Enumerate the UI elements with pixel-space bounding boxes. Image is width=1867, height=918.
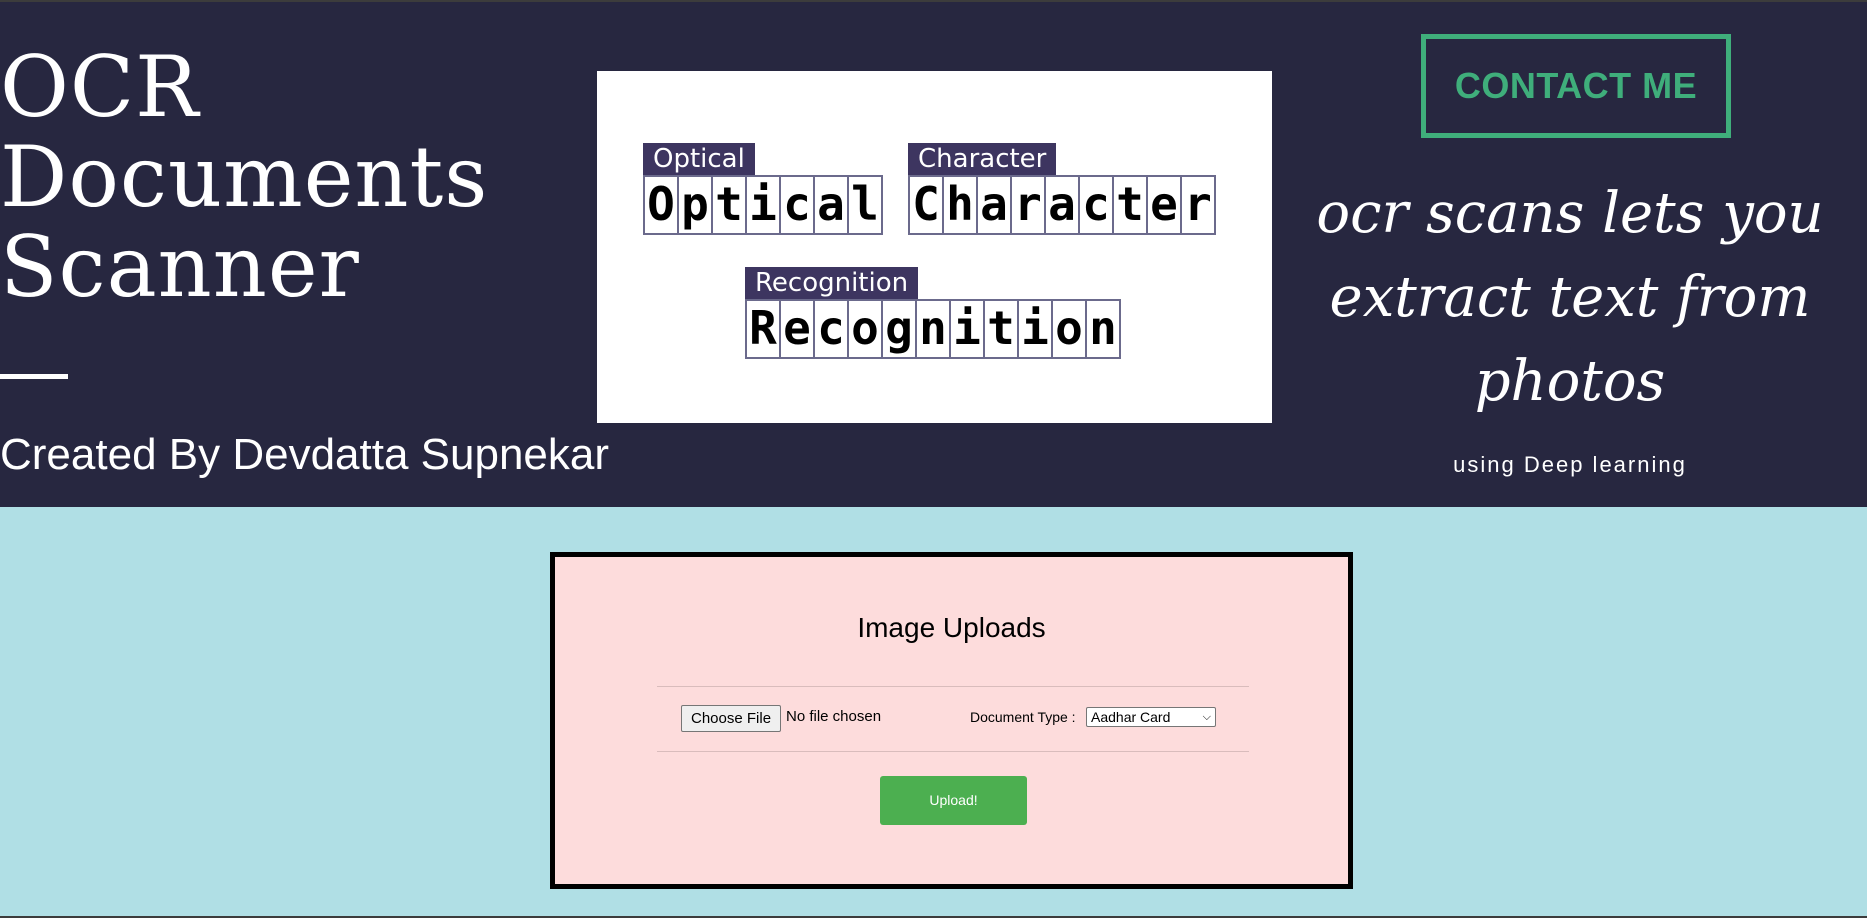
image-upload-form: Image Uploads Choose File No file chosen… bbox=[550, 552, 1353, 889]
ocr-word-recognition: Recognition R e c o g n i t i o n bbox=[745, 267, 1121, 359]
ocr-letter: g bbox=[881, 299, 917, 359]
ocr-letter: o bbox=[1051, 299, 1087, 359]
ocr-letter: t bbox=[711, 175, 747, 235]
brand-line: Scanner bbox=[0, 218, 360, 316]
ocr-letter: c bbox=[1078, 175, 1114, 235]
creator-credit: Created By Devdatta Supnekar bbox=[0, 430, 610, 479]
form-divider-top bbox=[657, 686, 1249, 687]
ocr-letter: l bbox=[847, 175, 883, 235]
ocr-letter: r bbox=[1010, 175, 1046, 235]
header-banner: OCR Documents Scanner Created By Devdatt… bbox=[0, 2, 1867, 507]
ocr-word-tag: Character bbox=[908, 143, 1057, 175]
ocr-letter: p bbox=[677, 175, 713, 235]
ocr-letter: e bbox=[1146, 175, 1182, 235]
ocr-letter: a bbox=[976, 175, 1012, 235]
contact-me-button[interactable]: CONTACT ME bbox=[1421, 34, 1731, 138]
ocr-word-optical: Optical O p t i c a l bbox=[643, 143, 883, 235]
ocr-word-tag: Recognition bbox=[745, 267, 919, 299]
ocr-letter: i bbox=[745, 175, 781, 235]
ocr-letter: O bbox=[643, 175, 679, 235]
document-type-label: Document Type : bbox=[970, 709, 1076, 725]
ocr-letter: o bbox=[847, 299, 883, 359]
ocr-word-tag: Optical bbox=[643, 143, 755, 175]
upload-submit-button[interactable]: Upload! bbox=[880, 776, 1027, 825]
ocr-letter: e bbox=[779, 299, 815, 359]
ocr-letter-boxes: C h a r a c t e r bbox=[908, 175, 1216, 235]
chevron-down-icon: ⌵ bbox=[1202, 711, 1211, 723]
ocr-letter: C bbox=[908, 175, 944, 235]
ocr-letter: c bbox=[779, 175, 815, 235]
file-status-text: No file chosen bbox=[786, 708, 882, 725]
ocr-letter: c bbox=[813, 299, 849, 359]
brand-line: Documents bbox=[0, 128, 489, 226]
ocr-letter: a bbox=[1044, 175, 1080, 235]
form-divider-bottom bbox=[657, 751, 1249, 752]
ocr-letter-boxes: O p t i c a l bbox=[643, 175, 883, 235]
hero-subtagline: using Deep learning bbox=[1453, 452, 1687, 477]
ocr-letter: i bbox=[949, 299, 985, 359]
hero-tagline: ocr scans lets you extract text from pho… bbox=[1316, 181, 1824, 414]
ocr-letter: a bbox=[813, 175, 849, 235]
document-type-value: Aadhar Card bbox=[1091, 709, 1171, 725]
ocr-letter: R bbox=[745, 299, 781, 359]
brand-line: OCR bbox=[0, 38, 200, 136]
ocr-letter: n bbox=[915, 299, 951, 359]
brand-underline bbox=[0, 374, 68, 379]
ocr-letter: t bbox=[1112, 175, 1148, 235]
upload-form-title: Image Uploads bbox=[857, 612, 1046, 643]
ocr-letter: t bbox=[983, 299, 1019, 359]
choose-file-button[interactable]: Choose File bbox=[681, 705, 782, 732]
document-type-select[interactable]: Aadhar Card ⌵ bbox=[1086, 707, 1216, 727]
ocr-letter: i bbox=[1017, 299, 1053, 359]
ocr-letter-boxes: R e c o g n i t i o n bbox=[745, 299, 1121, 359]
ocr-word-character: Character C h a r a c t e r bbox=[908, 143, 1216, 235]
brand-title: OCR Documents Scanner bbox=[0, 42, 488, 312]
ocr-letter: r bbox=[1180, 175, 1216, 235]
ocr-letter: h bbox=[942, 175, 978, 235]
ocr-hero-image: Optical O p t i c a l Character C h a r … bbox=[597, 71, 1272, 423]
ocr-letter: n bbox=[1085, 299, 1121, 359]
